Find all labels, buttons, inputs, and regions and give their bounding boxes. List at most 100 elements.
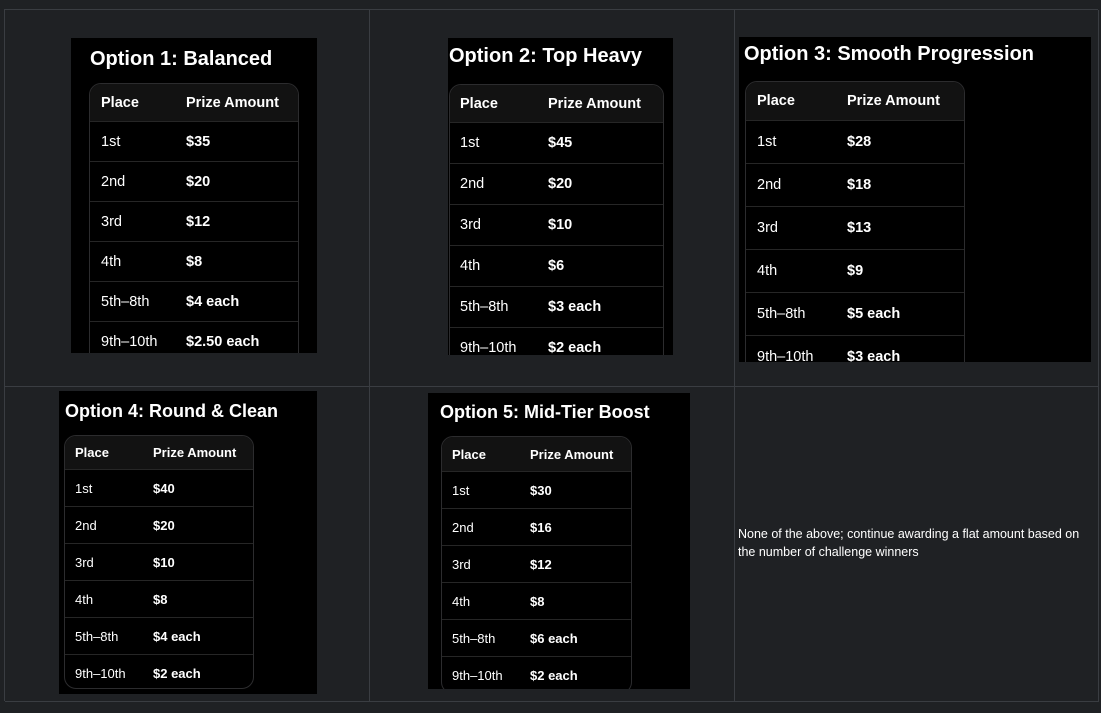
table-row: 3rd $13	[746, 206, 964, 249]
table-row: 9th–10th $2.50 each	[90, 321, 298, 353]
prize-cell: $12	[530, 556, 552, 572]
prize-cell: $16	[530, 519, 552, 535]
prize-cell: $10	[153, 554, 175, 570]
prize-header: Prize Amount	[548, 95, 641, 112]
table-row: 4th $8	[65, 580, 253, 617]
option-image-2: Option 2: Top Heavy Place Prize Amount 1…	[448, 38, 673, 355]
prize-cell: $18	[847, 177, 872, 193]
table-row: 1st $45	[450, 122, 663, 163]
place-cell: 1st	[75, 480, 93, 496]
prize-cell: $2 each	[548, 340, 602, 355]
table-header: Place Prize Amount	[90, 84, 298, 121]
place-cell: 9th–10th	[460, 340, 517, 355]
place-cell: 1st	[101, 133, 121, 150]
table-row: 9th–10th $2 each	[65, 654, 253, 688]
prize-table: Place Prize Amount 1st $28 2nd $18 3rd $13 …	[745, 81, 965, 362]
prize-cell: $2 each	[530, 667, 578, 683]
table-row: 1st $40	[65, 469, 253, 506]
prize-cell: $35	[186, 133, 211, 150]
prize-cell: $2.50 each	[186, 333, 260, 350]
table-row: 3rd $10	[450, 204, 663, 245]
option-title: Option 4: Round & Clean	[65, 401, 278, 421]
place-cell: 2nd	[101, 173, 126, 190]
place-cell: 5th–8th	[452, 630, 496, 646]
option-image-3: Option 3: Smooth Progression Place Prize…	[739, 37, 1091, 362]
table-row: 9th–10th $2 each	[442, 656, 631, 689]
place-cell: 4th	[101, 253, 122, 270]
prize-cell: $10	[548, 217, 573, 233]
option-cell-5[interactable]: Option 5: Mid-Tier Boost Place Prize Amo…	[370, 387, 735, 702]
prize-cell: $20	[186, 173, 211, 190]
table-row: 3rd $10	[65, 543, 253, 580]
prize-cell: $3 each	[847, 349, 901, 362]
table-header: Place Prize Amount	[450, 85, 663, 122]
table-row: 5th–8th $3 each	[450, 286, 663, 327]
option-cell-3[interactable]: Option 3: Smooth Progression Place Prize…	[735, 10, 1099, 387]
table-row: 1st $30	[442, 471, 631, 508]
prize-cell: $6	[548, 258, 565, 274]
table-row: 2nd $18	[746, 163, 964, 206]
prize-table: Place Prize Amount 1st $30 2nd $16 3rd $12 …	[441, 436, 632, 689]
place-cell: 1st	[460, 135, 480, 151]
place-cell: 5th–8th	[460, 299, 509, 315]
table-row: 1st $28	[746, 120, 964, 163]
option-title: Option 2: Top Heavy	[449, 45, 642, 67]
table-row: 9th–10th $3 each	[746, 335, 964, 362]
option-image-4: Option 4: Round & Clean Place Prize Amou…	[59, 391, 317, 694]
prize-cell: $12	[186, 213, 211, 230]
prize-cell: $2 each	[153, 665, 201, 681]
place-cell: 9th–10th	[75, 665, 126, 681]
place-cell: 9th–10th	[452, 667, 503, 683]
place-cell: 3rd	[75, 554, 94, 570]
table-row: 5th–8th $5 each	[746, 292, 964, 335]
option-image-5: Option 5: Mid-Tier Boost Place Prize Amo…	[428, 393, 690, 689]
table-row: 4th $8	[442, 582, 631, 619]
prize-cell: $5 each	[847, 306, 901, 322]
place-header: Place	[460, 95, 498, 112]
table-header: Place Prize Amount	[442, 437, 631, 471]
place-cell: 2nd	[757, 177, 782, 193]
option-title: Option 5: Mid-Tier Boost	[440, 402, 650, 422]
place-cell: 4th	[757, 263, 778, 279]
place-cell: 5th–8th	[75, 628, 119, 644]
option-title: Option 1: Balanced	[90, 48, 273, 70]
prize-cell: $3 each	[548, 299, 602, 315]
table-row: 5th–8th $6 each	[442, 619, 631, 656]
prize-cell: $28	[847, 134, 872, 150]
prize-table: Place Prize Amount 1st $35 2nd $20 3rd $12 …	[89, 83, 299, 353]
place-cell: 4th	[460, 258, 481, 274]
place-cell: 2nd	[460, 176, 485, 192]
prize-header: Prize Amount	[153, 445, 237, 460]
options-grid: Option 1: Balanced Place Prize Amount 1s…	[4, 9, 1099, 702]
table-row: 4th $8	[90, 241, 298, 281]
place-header: Place	[452, 446, 486, 462]
place-cell: 1st	[452, 482, 470, 498]
prize-cell: $8	[186, 253, 203, 270]
prize-cell: $30	[530, 482, 552, 498]
table-row: 5th–8th $4 each	[65, 617, 253, 654]
table-row: 4th $6	[450, 245, 663, 286]
table-header: Place Prize Amount	[746, 82, 964, 120]
option-cell-2[interactable]: Option 2: Top Heavy Place Prize Amount 1…	[370, 10, 735, 387]
prize-cell: $4 each	[153, 628, 201, 644]
option-cell-4[interactable]: Option 4: Round & Clean Place Prize Amou…	[5, 387, 370, 702]
place-cell: 3rd	[757, 220, 778, 236]
option-cell-1[interactable]: Option 1: Balanced Place Prize Amount 1s…	[5, 10, 370, 387]
prize-cell: $8	[153, 591, 168, 607]
table-header: Place Prize Amount	[65, 436, 253, 469]
prize-cell: $13	[847, 220, 872, 236]
prize-header: Prize Amount	[530, 446, 614, 462]
table-row: 5th–8th $4 each	[90, 281, 298, 321]
prize-table: Place Prize Amount 1st $45 2nd $20 3rd $10 …	[449, 84, 664, 355]
none-of-the-above-text: None of the above; continue awarding a f…	[738, 527, 1080, 559]
option-cell-none[interactable]: None of the above; continue awarding a f…	[735, 387, 1099, 702]
prize-cell: $40	[153, 480, 175, 496]
prize-cell: $20	[548, 176, 573, 192]
place-header: Place	[101, 94, 139, 111]
place-cell: 4th	[75, 591, 94, 607]
table-row: 4th $9	[746, 249, 964, 292]
table-row: 2nd $20	[450, 163, 663, 204]
table-row: 3rd $12	[442, 545, 631, 582]
option-image-1: Option 1: Balanced Place Prize Amount 1s…	[71, 38, 317, 353]
prize-header: Prize Amount	[847, 93, 940, 109]
